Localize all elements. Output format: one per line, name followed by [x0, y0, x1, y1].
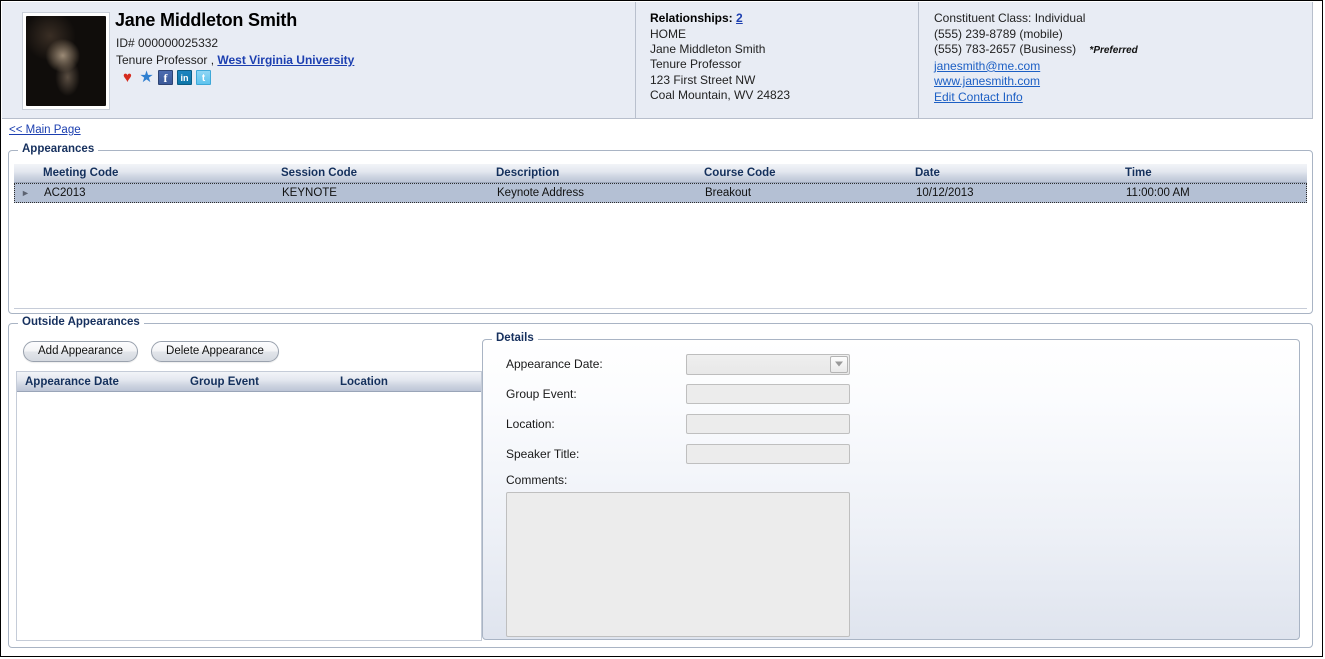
- email-row: janesmith@me.com: [934, 59, 1312, 75]
- group-event-row: Group Event:: [506, 384, 850, 404]
- relationship-line: Coal Mountain, WV 24823: [650, 87, 791, 102]
- dropdown-button[interactable]: [830, 355, 848, 373]
- page-title: Jane Middleton Smith: [115, 10, 298, 30]
- speaker-title-input[interactable]: [686, 444, 850, 464]
- contact-column: Constituent Class: Individual (555) 239-…: [919, 2, 1312, 118]
- constituent-header: Jane Middleton Smith ID# 000000025332 Te…: [2, 2, 1313, 119]
- cell-description: Keynote Address: [497, 187, 584, 199]
- identity-column: Jane Middleton Smith ID# 000000025332 Te…: [2, 2, 636, 118]
- relationship-line: 123 First Street NW: [650, 72, 756, 87]
- constituent-class: Constituent Class: Individual: [934, 11, 1086, 25]
- website-row: www.janesmith.com: [934, 74, 1312, 90]
- appearances-panel: Appearances Meeting Code Session Code De…: [8, 143, 1313, 314]
- appearances-grid: Meeting Code Session Code Description Co…: [14, 164, 1307, 309]
- table-row[interactable]: ► AC2013 KEYNOTE Keynote Address Breakou…: [14, 183, 1307, 203]
- relationships-heading: Relationships: 2: [650, 11, 918, 25]
- outside-grid-header: Appearance Date Group Event Location: [17, 372, 481, 392]
- relationship-line: Jane Middleton Smith: [650, 42, 766, 57]
- column-header-description[interactable]: Description: [488, 167, 696, 179]
- location-label: Location:: [506, 417, 555, 431]
- relationship-line: Tenure Professor: [650, 57, 742, 72]
- column-header-course-code[interactable]: Course Code: [696, 167, 907, 179]
- speaker-title-row: Speaker Title:: [506, 444, 850, 464]
- cell-time: 11:00:00 AM: [1126, 187, 1190, 199]
- group-event-label: Group Event:: [506, 387, 577, 401]
- column-header-time[interactable]: Time: [1117, 167, 1307, 179]
- cell-date: 10/12/2013: [916, 187, 974, 199]
- relationships-count-link[interactable]: 2: [736, 11, 743, 25]
- twitter-icon[interactable]: t: [196, 70, 211, 85]
- column-header-location[interactable]: Location: [332, 376, 481, 388]
- phone-mobile: (555) 239-8789 (mobile): [934, 26, 1063, 41]
- cell-course-code: Breakout: [705, 187, 752, 199]
- relationship-line: HOME: [650, 27, 686, 41]
- chevron-down-icon: [835, 361, 843, 367]
- location-row: Location:: [506, 414, 850, 434]
- social-links: ♥ ★ f in t: [120, 70, 211, 86]
- cell-session-code: KEYNOTE: [282, 187, 337, 199]
- avatar-photo: [26, 16, 106, 106]
- column-header-date[interactable]: Date: [907, 167, 1117, 179]
- appearance-date-dropdown[interactable]: [686, 353, 850, 375]
- constituent-id: ID# 000000025332: [116, 36, 219, 50]
- outside-appearances-grid: Appearance Date Group Event Location: [16, 371, 482, 641]
- details-panel: Details Appearance Date: Group Event: Lo…: [482, 332, 1300, 640]
- row-selector-arrow-icon: ►: [21, 187, 30, 198]
- preferred-badge: *Preferred: [1089, 45, 1138, 57]
- avatar: [22, 12, 110, 110]
- email-link[interactable]: janesmith@me.com: [934, 59, 1040, 73]
- comments-textarea[interactable]: [506, 492, 850, 637]
- appearances-grid-header: Meeting Code Session Code Description Co…: [14, 164, 1307, 183]
- person-title: Tenure Professor ,: [116, 53, 215, 67]
- organization-link[interactable]: West Virginia University: [217, 53, 354, 67]
- heart-icon[interactable]: ♥: [120, 70, 135, 85]
- edit-contact-row: Edit Contact Info: [934, 90, 1312, 106]
- comments-label: Comments:: [506, 473, 568, 487]
- facebook-icon[interactable]: f: [158, 70, 173, 85]
- appearances-grid-body: ► AC2013 KEYNOTE Keynote Address Breakou…: [14, 183, 1307, 203]
- relationships-column: Relationships: 2 HOME Jane Middleton Smi…: [636, 2, 919, 118]
- column-header-group-event[interactable]: Group Event: [182, 376, 332, 388]
- person-title-row: Tenure Professor , West Virginia Univers…: [116, 53, 354, 67]
- website-link[interactable]: www.janesmith.com: [934, 74, 1040, 88]
- cell-meeting-code: AC2013: [44, 187, 86, 199]
- application-window: Jane Middleton Smith ID# 000000025332 Te…: [0, 0, 1323, 657]
- relationships-label: Relationships:: [650, 11, 733, 25]
- appearance-date-label: Appearance Date:: [506, 357, 603, 371]
- outside-appearances-panel-legend: Outside Appearances: [18, 316, 144, 328]
- appearances-panel-legend: Appearances: [18, 143, 99, 155]
- star-icon[interactable]: ★: [139, 70, 154, 86]
- column-header-session-code[interactable]: Session Code: [273, 167, 488, 179]
- column-header-meeting-code[interactable]: Meeting Code: [35, 167, 273, 179]
- outside-appearances-panel: Outside Appearances Add Appearance Delet…: [8, 316, 1313, 648]
- group-event-input[interactable]: [686, 384, 850, 404]
- delete-appearance-button[interactable]: Delete Appearance: [151, 341, 279, 362]
- appearance-date-row: Appearance Date:: [506, 353, 850, 375]
- column-header-appearance-date[interactable]: Appearance Date: [17, 376, 182, 388]
- add-appearance-button[interactable]: Add Appearance: [23, 341, 139, 362]
- main-page-link[interactable]: << Main Page: [9, 124, 81, 136]
- location-input[interactable]: [686, 414, 850, 434]
- speaker-title-label: Speaker Title:: [506, 447, 580, 461]
- edit-contact-info-link[interactable]: Edit Contact Info: [934, 90, 1023, 104]
- phone-business-row: (555) 783-2657 (Business) *Preferred: [934, 42, 1312, 59]
- outside-appearances-toolbar: Add Appearance Delete Appearance: [23, 341, 279, 362]
- details-panel-legend: Details: [492, 332, 538, 344]
- linkedin-icon[interactable]: in: [177, 70, 192, 85]
- phone-business: (555) 783-2657 (Business): [934, 42, 1077, 57]
